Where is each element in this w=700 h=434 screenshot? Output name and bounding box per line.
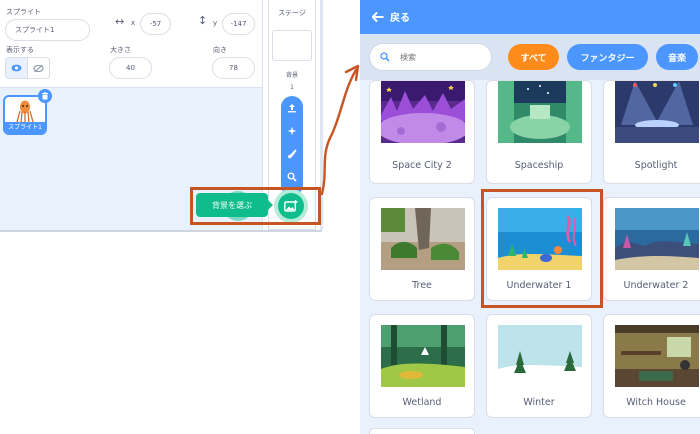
lower-blank-area: [0, 230, 322, 434]
direction-input[interactable]: 78: [212, 57, 255, 79]
backdrop-card-tree[interactable]: Tree: [369, 197, 475, 301]
filter-chip-fantasy[interactable]: ファンタジー: [567, 44, 648, 70]
magnifier-icon: [287, 172, 297, 182]
paintbrush-icon: [288, 149, 297, 159]
backdrop-card-winter[interactable]: Winter: [486, 314, 592, 418]
backdrop-card-underwater-2[interactable]: Underwater 2: [603, 197, 700, 301]
backdrop-name: Winter: [523, 397, 555, 408]
backdrop-card-spaceship[interactable]: Spaceship: [486, 80, 592, 184]
upload-icon: [288, 104, 296, 113]
paint-backdrop-button[interactable]: [286, 148, 298, 160]
sprite-name-input[interactable]: スプライト1: [5, 19, 90, 41]
hide-button[interactable]: [28, 58, 49, 78]
x-position-icon: ↔: [115, 15, 125, 28]
stage-title: ステージ: [278, 9, 306, 17]
backdrop-thumbnail: [615, 81, 699, 143]
upload-backdrop-button[interactable]: [286, 102, 298, 114]
x-position-input[interactable]: -57: [140, 13, 171, 35]
delete-sprite-button[interactable]: [38, 89, 52, 103]
direction-label: 向き: [213, 46, 227, 54]
search-box[interactable]: [369, 43, 492, 71]
backdrop-thumbnail: [615, 208, 699, 270]
screenshot-root: スプライト スプライト1 ↔ x -57 ↕ y -147 表示する 大きさ 4…: [0, 0, 700, 434]
annotation-highlight-box-right: [481, 189, 603, 308]
search-icon: [380, 52, 390, 62]
backdrop-card-space-city-2[interactable]: Space City 2: [369, 80, 475, 184]
trash-icon: [42, 92, 48, 100]
search-input[interactable]: [400, 52, 470, 62]
sprite-label: スプライト: [6, 8, 41, 16]
backdrop-thumbnail: [498, 81, 582, 143]
arrow-left-icon: [372, 11, 384, 22]
backdrop-name: Underwater 2: [623, 280, 689, 291]
sprite-info-panel: スプライト スプライト1 ↔ x -57 ↕ y -147 表示する 大きさ 4…: [0, 0, 262, 88]
size-label: 大きさ: [110, 46, 131, 54]
backdrop-name: Tree: [412, 280, 432, 291]
backdrop-name: Spaceship: [514, 160, 564, 171]
library-header: 戻る: [360, 0, 700, 34]
backdrop-thumbnail: [498, 325, 582, 387]
backdrop-name: Spotlight: [634, 160, 678, 171]
filter-chip-all[interactable]: すべて: [508, 44, 559, 70]
annotation-highlight-box-left: [190, 187, 321, 225]
backdrop-thumbnail: [381, 325, 465, 387]
backdrop-action-menu: [281, 96, 303, 196]
size-input[interactable]: 40: [109, 57, 152, 79]
backdrop-thumbnail: [381, 81, 465, 143]
backdrop-card-wetland[interactable]: Wetland: [369, 314, 475, 418]
stage-thumbnail[interactable]: [272, 30, 312, 61]
backdrop-card-next-row[interactable]: [369, 428, 475, 434]
filter-chip-music[interactable]: 音楽: [656, 44, 698, 70]
sparkle-icon: [287, 126, 297, 136]
backdrops-count: 1: [290, 84, 294, 91]
backdrop-thumbnail: [615, 325, 699, 387]
show-button[interactable]: [6, 58, 28, 78]
show-toggle-group: [5, 57, 50, 79]
sprite-costume-image: [16, 100, 34, 124]
sprite-tile-label: スプライト1: [5, 122, 45, 133]
surprise-backdrop-button[interactable]: [286, 125, 298, 137]
backdrop-card-witch-house[interactable]: Witch House: [603, 314, 700, 418]
back-button[interactable]: 戻る: [372, 9, 410, 24]
y-label: y: [213, 19, 218, 27]
eye-icon: [11, 64, 22, 72]
back-label: 戻る: [390, 13, 410, 24]
backdrops-label: 背景: [285, 72, 298, 79]
annotation-arrow: [320, 64, 360, 196]
backdrop-card-spotlight[interactable]: Spotlight: [603, 80, 700, 184]
y-position-input[interactable]: -147: [222, 13, 255, 35]
x-label: x: [131, 19, 136, 27]
backdrop-name: Witch House: [626, 397, 686, 408]
backdrop-name: Wetland: [402, 397, 442, 408]
search-backdrop-button[interactable]: [286, 171, 298, 183]
backdrop-thumbnail: [381, 208, 465, 270]
backdrop-name: Space City 2: [392, 160, 452, 171]
y-position-icon: ↕: [198, 14, 208, 27]
show-label: 表示する: [6, 46, 34, 54]
eye-slash-icon: [33, 64, 44, 72]
